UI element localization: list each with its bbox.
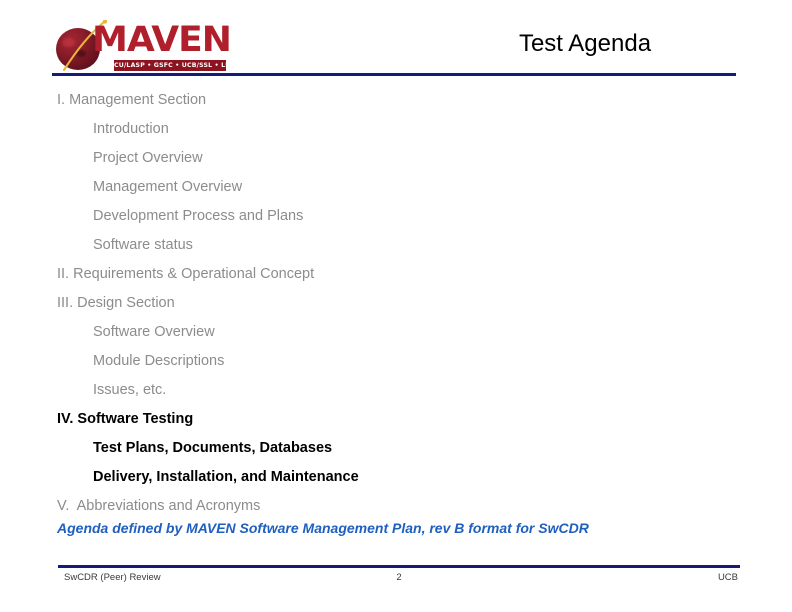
- footer-divider: [58, 565, 740, 568]
- agenda-item: Delivery, Installation, and Maintenance: [93, 469, 359, 485]
- maven-logo: MAVEN CU/LASP • GSFC • UCB/SSL • LM • JP…: [56, 12, 252, 72]
- agenda-item: Software Overview: [93, 324, 215, 340]
- maven-wordmark: MAVEN: [92, 20, 232, 60]
- agenda-item: Issues, etc.: [93, 382, 167, 398]
- agenda-list: I. Management Section Introduction Project…: [0, 86, 792, 521]
- header-divider: [52, 73, 736, 76]
- footer-org-label: UCB: [717, 572, 738, 583]
- footer-page-number: 2: [396, 572, 402, 583]
- agenda-item: V. Abbreviations and Acronyms: [57, 498, 261, 514]
- agenda-item: Management Overview: [93, 179, 243, 195]
- agenda-item: Project Overview: [93, 150, 203, 166]
- agenda-item: III. Design Section: [57, 295, 175, 311]
- slide-footer: SwCDR (Peer) Review 2 UCB: [58, 572, 740, 590]
- maven-partners-banner: CU/LASP • GSFC • UCB/SSL • LM • JPL: [114, 60, 252, 71]
- agenda-item: Module Descriptions: [93, 353, 225, 369]
- agenda-item: Introduction: [93, 121, 169, 137]
- agenda-item: Software status: [93, 237, 193, 253]
- agenda-item: Test Plans, Documents, Databases: [93, 440, 333, 456]
- agenda-item: I. Management Section: [57, 92, 207, 108]
- page-title: Test Agenda: [518, 30, 652, 57]
- agenda-source-note: Agenda defined by MAVEN Software Managem…: [57, 520, 589, 536]
- agenda-item: IV. Software Testing: [57, 411, 194, 427]
- agenda-item: Development Process and Plans: [93, 208, 304, 224]
- agenda-item: II. Requirements & Operational Concept: [57, 266, 315, 282]
- slide-header: MAVEN CU/LASP • GSFC • UCB/SSL • LM • JP…: [0, 0, 792, 80]
